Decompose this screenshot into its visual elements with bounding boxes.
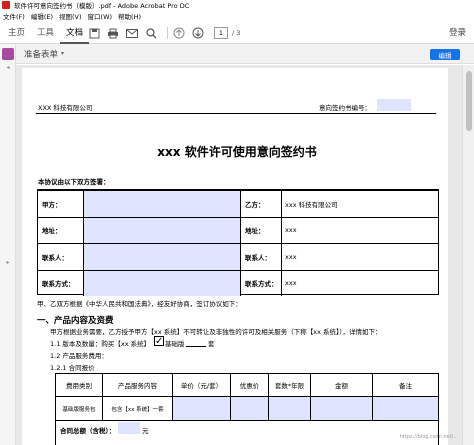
scrollbar-thumb[interactable]: [466, 71, 472, 131]
contact-a-field[interactable]: [84, 244, 240, 270]
col-header: 优惠价: [239, 382, 260, 390]
address-a-label: 地址：: [42, 227, 62, 236]
contract-total-field[interactable]: [118, 422, 140, 434]
intent-number-label: 意向签约书编号：: [319, 104, 371, 112]
table-row: 甲方： 乙方： xxx 科技有限公司: [38, 190, 438, 217]
watermark: https://blog.csdn.net/...: [399, 434, 458, 440]
contract-total-label: 合同总额（含税）：: [60, 427, 116, 435]
chevron-down-icon[interactable]: ▾: [61, 50, 64, 57]
quantity-years-field[interactable]: [269, 397, 310, 420]
intent-number-field[interactable]: [377, 99, 411, 111]
party-a-label: 甲方：: [42, 200, 62, 209]
contact-b-label: 联系人：: [245, 253, 271, 262]
basic-edition-label: 基础版: [165, 340, 185, 348]
address-a-field[interactable]: [84, 217, 240, 243]
menu-edit[interactable]: 编辑(E): [31, 11, 53, 21]
menu-view[interactable]: 视图(V): [59, 11, 82, 21]
menu-help[interactable]: 帮助(H): [118, 11, 141, 21]
login-button[interactable]: 登录: [449, 22, 466, 44]
expand-panel-icon[interactable]: ▸: [2, 259, 14, 267]
main-toolbar: 主页 工具 文档 1 / 3 登录: [0, 22, 474, 44]
discount-field[interactable]: [231, 397, 268, 420]
amount-field[interactable]: [311, 397, 372, 420]
company-name: XXX 科技有限公司: [38, 104, 93, 112]
page-total: / 3: [232, 29, 241, 37]
edit-button[interactable]: 编辑: [430, 49, 460, 60]
menu-window[interactable]: 窗口(W): [88, 11, 113, 21]
menu-file[interactable]: 文件(F): [3, 11, 25, 21]
page-number-input[interactable]: 1: [214, 27, 228, 39]
document-title: xxx 软件许可使用意向签约书: [157, 145, 317, 159]
phone-a-field[interactable]: [84, 270, 240, 296]
agreement-text: 甲、乙双方根据《中华人民共和国法典》，经友好协商，签订协议如下：: [37, 300, 242, 308]
party-a-field[interactable]: [84, 191, 240, 217]
table-row: 联系人： 联系人： xxx: [38, 243, 438, 270]
table-cell: 基础版服务包: [62, 406, 96, 413]
search-icon[interactable]: [144, 26, 158, 40]
page-up-icon[interactable]: [172, 26, 186, 40]
save-icon[interactable]: [87, 26, 101, 40]
table-row: 地址： 地址： xxx: [38, 216, 438, 243]
quantity-field[interactable]: [186, 346, 206, 347]
table-row: 联系方式： 联系方式： xxx: [38, 269, 438, 296]
contract-total-unit: 元: [142, 427, 149, 435]
contact-b-value: xxx: [285, 252, 297, 261]
prepare-form-title: 准备表单: [24, 49, 59, 60]
party-b-label: 乙方：: [245, 200, 265, 209]
col-header: 金额: [335, 382, 348, 390]
col-header: 费用类别: [66, 382, 92, 390]
email-icon[interactable]: [125, 26, 139, 40]
vertical-scrollbar[interactable]: [462, 65, 474, 445]
unit-price-field[interactable]: [173, 397, 230, 420]
prepare-form-bar: 准备表单 ▾ 编辑: [16, 44, 474, 64]
item-1-2-1: 1.2.1 合同报价: [50, 364, 95, 372]
table-cell: 包含【xx 系统】一套: [111, 406, 164, 413]
remarks-field[interactable]: [373, 397, 438, 420]
parties-table: 甲方： 乙方： xxx 科技有限公司 地址： 地址： xxx 联系人： 联系人：…: [37, 189, 439, 296]
address-b-label: 地址：: [245, 227, 265, 236]
section1-title: 一、产品内容及资费: [37, 316, 114, 326]
tab-home[interactable]: 主页: [2, 22, 31, 44]
acrobat-app-icon: [2, 1, 10, 9]
address-b-value: xxx: [285, 226, 297, 235]
header-divider: [36, 113, 436, 114]
prepare-form-icon[interactable]: [2, 48, 14, 60]
toolbar-divider: [167, 27, 168, 39]
col-header: 备注: [399, 382, 412, 390]
menu-bar: 文件(F) 编辑(E) 视图(V) 窗口(W) 帮助(H): [0, 11, 144, 21]
section1-description: 甲方根据业务需要，乙方授予甲方【xx 系统】不可转让及非独性的许可及相关服务（下…: [50, 328, 382, 336]
title-bar: 软件许可意向签约书（模版）.pdf - Adobe Acrobat Pro DC: [0, 0, 474, 10]
phone-b-label: 联系方式：: [245, 280, 278, 289]
col-header: 套数*年限: [274, 382, 305, 390]
tab-tools[interactable]: 工具: [31, 22, 60, 44]
item-1-1: 1.1 版本及数量：购买【xx 系统】: [50, 340, 151, 348]
collapse-arrow-icon[interactable]: ◂: [2, 64, 14, 72]
left-sidebar: ◂ ▸: [0, 44, 16, 445]
col-header: 产品服务内容: [118, 382, 157, 390]
contact-a-label: 联系人：: [42, 253, 68, 262]
print-icon[interactable]: [106, 26, 120, 40]
basic-edition-checkbox[interactable]: ✓: [154, 336, 164, 347]
col-header: 单价（元/套）: [180, 382, 223, 390]
tab-document[interactable]: 文档: [60, 22, 90, 44]
parties-intro: 本协议由以下双方签署：: [38, 178, 110, 186]
window-title: 软件许可意向签约书（模版）.pdf - Adobe Acrobat Pro DC: [14, 2, 190, 10]
item-1-2: 1.2 产品服务费用：: [50, 352, 108, 360]
phone-a-label: 联系方式：: [42, 280, 75, 289]
page-down-icon[interactable]: [191, 26, 205, 40]
unit-label: 套: [208, 340, 215, 348]
phone-b-value: xxx: [285, 279, 297, 288]
party-b-value: xxx 科技有限公司: [285, 200, 338, 209]
